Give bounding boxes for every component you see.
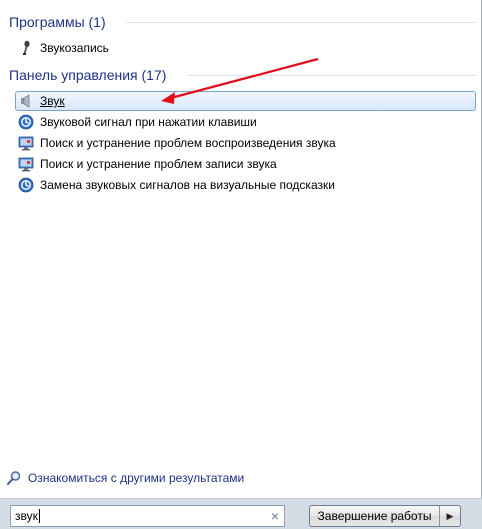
result-item-troubleshoot-recording[interactable]: Поиск и устранение проблем записи звука [18,154,476,174]
shutdown-button[interactable]: Завершение работы [310,506,440,526]
ease-of-access-icon [18,114,34,130]
control-panel-divider [188,75,476,76]
result-item-label: Звуковой сигнал при нажатии клавиши [40,115,257,129]
search-icon [6,470,22,486]
result-item-label: Поиск и устранение проблем воспроизведен… [40,136,336,150]
troubleshoot-icon [18,156,34,172]
clear-icon[interactable]: × [266,506,284,526]
control-panel-section-header: Панель управления (17) [9,67,167,83]
result-item-voice-recorder[interactable]: Звукозапись [18,38,476,58]
programs-section-header: Программы (1) [9,14,106,30]
result-item-keypress-sound[interactable]: Звуковой сигнал при нажатии клавиши [18,112,476,132]
ease-of-access-icon [18,177,34,193]
result-item-label: Звукозапись [40,41,109,55]
search-input[interactable]: звук × [10,505,285,527]
result-item-label: Звук [40,94,65,108]
search-input-value: звук [11,509,266,524]
troubleshoot-icon [18,135,34,151]
speaker-icon [18,93,34,109]
result-item-label: Замена звуковых сигналов на визуальные п… [40,178,335,192]
result-item-troubleshoot-playback[interactable]: Поиск и устранение проблем воспроизведен… [18,133,476,153]
shutdown-button-group: Завершение работы ▶ [309,505,461,527]
result-item-visual-notifications[interactable]: Замена звуковых сигналов на визуальные п… [18,175,476,195]
chevron-right-icon[interactable]: ▶ [440,506,460,526]
more-results-link[interactable]: Ознакомиться с другими результатами [6,468,244,488]
result-item-sound[interactable]: Звук [15,91,476,111]
microphone-icon [18,40,34,56]
start-menu-search-results: Программы (1) Звукозапись Панель управле… [0,0,482,499]
programs-divider [126,22,476,23]
result-item-label: Поиск и устранение проблем записи звука [40,157,277,171]
more-results-label: Ознакомиться с другими результатами [28,471,245,485]
